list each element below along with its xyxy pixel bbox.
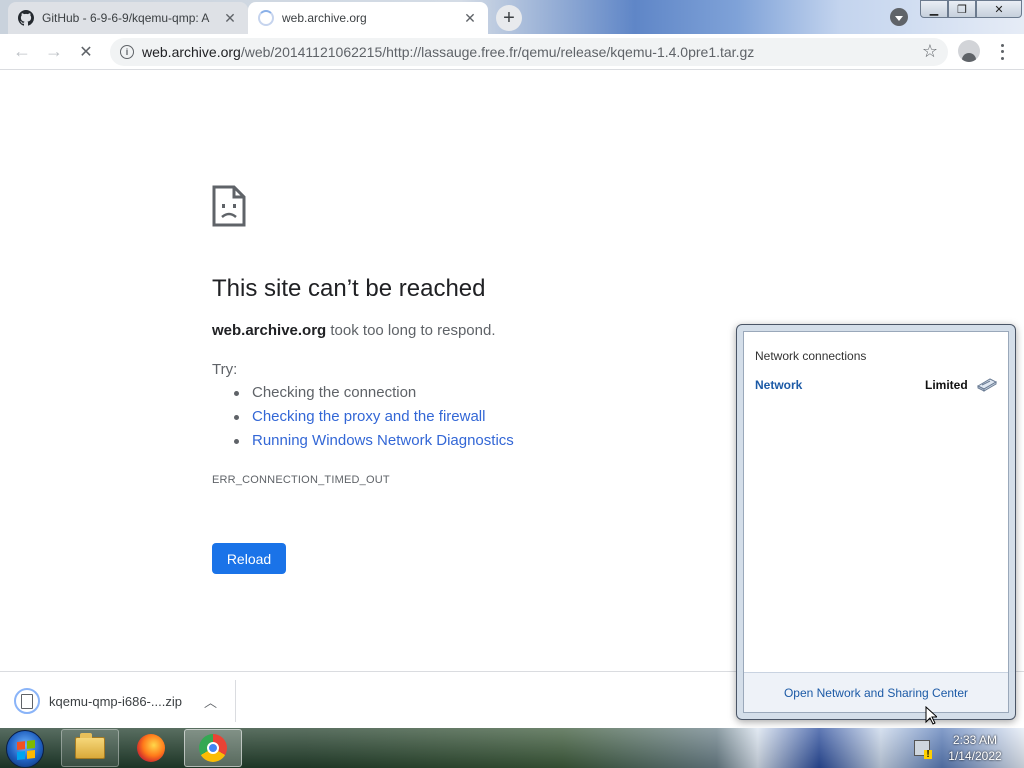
url-path: /web/20141121062215/http://lassauge.free… xyxy=(240,44,755,60)
network-popup-panel: Network connections Network Limited Open… xyxy=(743,331,1009,713)
close-icon[interactable]: ✕ xyxy=(462,10,478,26)
suggestion-proxy-firewall-link[interactable]: Checking the proxy and the firewall xyxy=(232,408,514,432)
address-bar[interactable]: i web.archive.org/web/20141121062215/htt… xyxy=(110,38,948,66)
network-adapter-icon xyxy=(976,378,998,392)
tab-github[interactable]: GitHub - 6-9-6-9/kqemu-qmp: A ✕ xyxy=(8,2,248,34)
start-button[interactable] xyxy=(6,730,44,768)
new-tab-button[interactable]: + xyxy=(496,5,522,31)
folder-icon xyxy=(75,733,105,759)
network-popup-header: Network connections xyxy=(755,349,867,363)
network-name[interactable]: Network xyxy=(755,378,802,392)
error-description: web.archive.org took too long to respond… xyxy=(212,322,496,339)
system-clock[interactable]: 2:33 AM 1/14/2022 xyxy=(940,732,1010,764)
restore-button[interactable]: ❐ xyxy=(948,0,976,18)
error-title: This site can’t be reached xyxy=(212,275,486,302)
reload-button[interactable]: Reload xyxy=(212,543,286,574)
close-icon[interactable]: ✕ xyxy=(222,10,238,26)
download-filename: kqemu-qmp-i686-....zip xyxy=(49,693,182,709)
network-tray-warning-icon[interactable] xyxy=(914,740,932,759)
taskbar-chrome[interactable] xyxy=(184,729,242,767)
try-label: Try: xyxy=(212,361,238,378)
taskbar-firefox[interactable] xyxy=(122,729,180,767)
clock-date: 1/14/2022 xyxy=(948,749,1002,763)
error-code: ERR_CONNECTION_TIMED_OUT xyxy=(212,474,390,486)
download-item[interactable]: kqemu-qmp-i686-....zip ︿ xyxy=(10,680,236,722)
forward-button[interactable]: → xyxy=(38,36,70,68)
github-icon xyxy=(18,10,34,26)
file-icon xyxy=(14,688,40,714)
error-desc-text: took too long to respond. xyxy=(326,322,496,339)
kebab-menu-icon[interactable] xyxy=(994,42,1010,62)
loading-spinner-icon xyxy=(258,10,274,26)
window-controls: ▁ ❐ ✕ xyxy=(920,0,1022,20)
error-host: web.archive.org xyxy=(212,322,327,339)
suggestion-list: Checking the connection Checking the pro… xyxy=(232,384,514,456)
suggestion-network-diagnostics-link[interactable]: Running Windows Network Diagnostics xyxy=(232,432,514,456)
open-network-sharing-center-link[interactable]: Open Network and Sharing Center xyxy=(744,672,1008,712)
tab-search-icon[interactable] xyxy=(890,8,908,26)
close-window-button[interactable]: ✕ xyxy=(976,0,1022,18)
url-host: web.archive.org xyxy=(142,44,241,60)
clock-time: 2:33 AM xyxy=(952,733,998,747)
taskbar-explorer[interactable] xyxy=(61,729,119,767)
bookmark-star-icon[interactable]: ☆ xyxy=(922,41,938,62)
windows-logo-icon xyxy=(17,740,35,760)
network-connections-popup: Network connections Network Limited Open… xyxy=(736,324,1016,720)
site-info-icon[interactable]: i xyxy=(120,45,134,59)
sad-page-icon xyxy=(212,185,246,227)
stop-loading-button[interactable]: ✕ xyxy=(70,36,102,68)
minimize-button[interactable]: ▁ xyxy=(920,0,948,18)
tab-title: web.archive.org xyxy=(282,11,367,25)
taskbar: 2:33 AM 1/14/2022 xyxy=(0,728,1024,768)
firefox-icon xyxy=(137,734,165,762)
mouse-cursor-icon xyxy=(925,706,937,725)
chrome-icon xyxy=(199,734,227,762)
back-button[interactable]: ← xyxy=(6,36,38,68)
network-status: Limited xyxy=(925,378,968,392)
suggestion-check-connection: Checking the connection xyxy=(232,384,514,408)
tab-title: GitHub - 6-9-6-9/kqemu-qmp: A xyxy=(42,11,210,25)
tab-strip: GitHub - 6-9-6-9/kqemu-qmp: A ✕ web.arch… xyxy=(0,0,1024,34)
profile-avatar-icon[interactable] xyxy=(958,40,980,62)
browser-toolbar: ← → ✕ i web.archive.org/web/201411210622… xyxy=(0,34,1024,70)
chevron-up-icon[interactable]: ︿ xyxy=(204,692,217,711)
tab-web-archive[interactable]: web.archive.org ✕ xyxy=(248,2,488,34)
